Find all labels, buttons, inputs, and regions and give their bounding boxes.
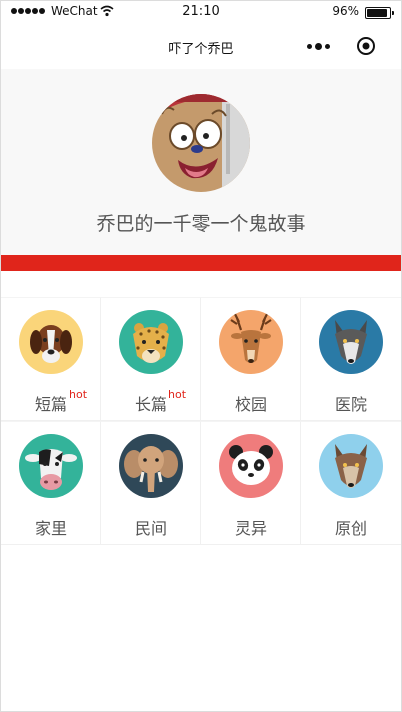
- category-supernatural[interactable]: 灵异: [201, 421, 301, 545]
- status-bar: WeChat 21:10 96%: [1, 1, 401, 23]
- cow-icon: [19, 434, 83, 498]
- deer-icon: [219, 310, 283, 374]
- accent-divider: [1, 255, 401, 271]
- category-label: 校园: [234, 395, 267, 414]
- category-short[interactable]: 短篇 hot: [1, 297, 101, 421]
- category-hospital[interactable]: 医院: [301, 297, 401, 421]
- category-home[interactable]: 家里: [1, 421, 101, 545]
- category-grid: 短篇 hot 长篇 hot 校园 医院 家里 民间 灵异 原创: [1, 297, 401, 547]
- wolf-icon: [319, 434, 383, 498]
- category-label: 原创: [334, 519, 367, 538]
- category-long[interactable]: 长篇 hot: [101, 297, 201, 421]
- hero-title: 乔巴的一千零一个鬼故事: [96, 213, 306, 235]
- hot-badge: hot: [69, 388, 88, 401]
- battery-percent: 96%: [332, 4, 359, 18]
- wolf-icon: [319, 310, 383, 374]
- navigation-bar: 吓了个乔巴: [1, 23, 401, 69]
- dog-icon: [19, 310, 83, 374]
- category-label: 灵异: [234, 519, 267, 538]
- battery-icon: [365, 7, 394, 19]
- category-campus[interactable]: 校园: [201, 297, 301, 421]
- category-label: 家里: [34, 519, 67, 538]
- more-menu-button[interactable]: [307, 37, 335, 55]
- chopper-avatar-icon: [152, 94, 250, 192]
- leopard-icon: [119, 310, 183, 374]
- avatar: [152, 94, 250, 192]
- category-label: 医院: [334, 395, 367, 414]
- hot-badge: hot: [168, 388, 187, 401]
- phone-screen: WeChat 21:10 96% 吓了个乔巴 乔巴的一千零一个鬼故事 短篇 ho…: [0, 0, 402, 712]
- category-folk[interactable]: 民间: [101, 421, 201, 545]
- category-label: 民间: [134, 519, 167, 538]
- hero-banner: 乔巴的一千零一个鬼故事: [1, 69, 401, 255]
- category-original[interactable]: 原创: [301, 421, 401, 545]
- elephant-icon: [119, 434, 183, 498]
- close-miniprogram-icon[interactable]: [356, 36, 376, 56]
- page-title: 吓了个乔巴: [168, 42, 234, 57]
- panda-icon: [219, 434, 283, 498]
